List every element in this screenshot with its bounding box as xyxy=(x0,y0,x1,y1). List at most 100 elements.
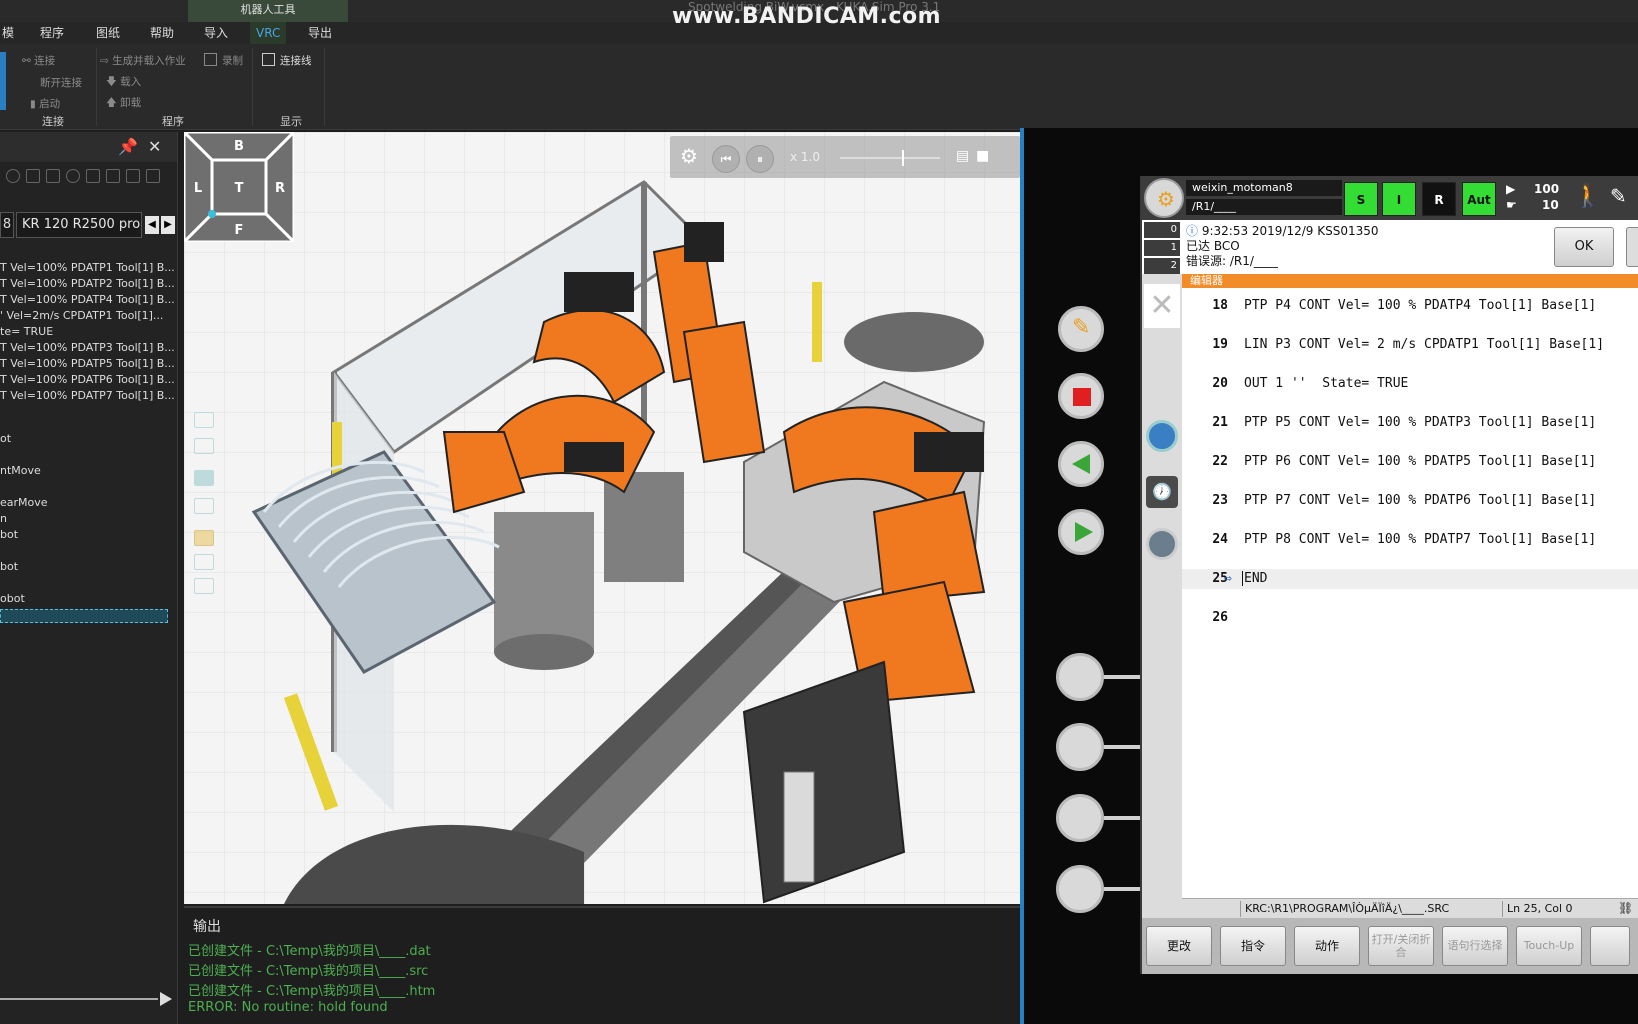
action-item[interactable]: obot xyxy=(0,592,25,605)
statement-item[interactable]: T Vel=100% PDATP2 Tool[1] B... xyxy=(0,276,178,292)
drives-status-led[interactable]: I xyxy=(1382,182,1416,216)
axis-icon[interactable] xyxy=(194,554,214,570)
scroll-track[interactable] xyxy=(0,998,158,1000)
statement-item[interactable]: T Vel=100% PDATP3 Tool[1] B... xyxy=(0,340,178,356)
toolbar-icon[interactable] xyxy=(146,169,160,183)
action-item[interactable]: ntMove xyxy=(0,464,41,477)
pdf-icon[interactable]: ▤ xyxy=(956,148,969,164)
pendant-key-2[interactable] xyxy=(1056,723,1104,771)
stop-button[interactable] xyxy=(1058,373,1104,419)
speed-slider[interactable] xyxy=(840,157,940,159)
action-item[interactable]: earMove xyxy=(0,496,48,509)
statement-item[interactable]: T Vel=100% PDATP6 Tool[1] B... xyxy=(0,372,178,388)
record-checkbox[interactable]: 录制 xyxy=(204,53,243,68)
line-select-softkey[interactable]: 语句行选择 xyxy=(1442,926,1508,966)
code-line[interactable]: 22 PTP P6 CONT Vel= 100 % PDATP5 Tool[1] … xyxy=(1182,452,1596,472)
action-item[interactable]: bot xyxy=(0,560,18,573)
menu-drawing[interactable]: 图纸 xyxy=(90,22,126,44)
ok-button[interactable]: OK xyxy=(1554,227,1614,267)
override-display[interactable]: ▶ 100 ☛ 10 xyxy=(1504,180,1562,216)
info-message-count[interactable]: 2 xyxy=(1144,258,1180,274)
pendant-key-1[interactable] xyxy=(1056,653,1104,701)
current-code-line[interactable]: 25 ⇨ END xyxy=(1182,569,1638,589)
next-robot-button[interactable]: ▶ xyxy=(161,216,175,234)
action-item[interactable]: ot xyxy=(0,432,11,445)
code-line[interactable]: 19 LIN P3 CONT Vel= 2 m/s CPDATP1 Tool[1]… xyxy=(1182,335,1604,355)
toolbar-icon[interactable] xyxy=(26,169,40,183)
reset-button[interactable]: ⏮ xyxy=(712,145,740,173)
slider-thumb[interactable] xyxy=(902,150,904,166)
kuka-logo-icon[interactable]: ⚙ xyxy=(1144,178,1184,218)
clock-icon[interactable]: 🕖 xyxy=(1146,476,1178,508)
box-icon[interactable] xyxy=(194,498,214,514)
pause-button[interactable]: ⏸ xyxy=(746,145,774,173)
walking-person-icon[interactable]: 🚶 xyxy=(1574,184,1601,209)
change-softkey[interactable]: 更改 xyxy=(1146,926,1212,966)
backward-start-button[interactable] xyxy=(1058,441,1104,487)
edit-pencil-button[interactable]: ✎ xyxy=(1058,306,1104,352)
cube-face-right[interactable]: R xyxy=(275,181,285,196)
statement-item[interactable]: T Vel=100% PDATP4 Tool[1] B... xyxy=(0,292,178,308)
disconnect-button[interactable]: 断开连接 xyxy=(40,75,82,90)
code-line[interactable]: 23 PTP P7 CONT Vel= 100 % PDATP6 Tool[1] … xyxy=(1182,491,1596,511)
users-icon[interactable] xyxy=(1146,528,1178,560)
prev-robot-button[interactable]: ◀ xyxy=(145,216,159,234)
toolbar-icon[interactable] xyxy=(66,169,80,183)
forward-start-button[interactable] xyxy=(1058,509,1104,555)
code-line[interactable]: 18 PTP P4 CONT Vel= 100 % PDATP4 Tool[1] … xyxy=(1182,296,1596,316)
operating-mode-led[interactable]: Aut xyxy=(1462,182,1496,216)
link-icon[interactable]: ⛓ xyxy=(1618,901,1633,915)
close-editor-button[interactable]: ✕ xyxy=(1144,284,1180,328)
statement-item[interactable]: T Vel=100% PDATP7 Tool[1] B... xyxy=(0,388,178,404)
menu-program[interactable]: 程序 xyxy=(34,22,70,44)
confirm-all-button[interactable] xyxy=(1626,227,1638,267)
navigation-cube[interactable]: B L T R F xyxy=(184,132,294,242)
action-item[interactable]: n xyxy=(0,512,7,525)
code-line[interactable]: 21 PTP P5 CONT Vel= 100 % PDATP3 Tool[1] … xyxy=(1182,413,1596,433)
start-button[interactable]: ▮ 启动 xyxy=(30,96,60,111)
motion-softkey[interactable]: 动作 xyxy=(1294,926,1360,966)
view-mode-icon[interactable] xyxy=(194,470,214,486)
pendant-key-4[interactable] xyxy=(1056,865,1104,913)
selected-row[interactable] xyxy=(0,609,168,623)
toolbar-icon[interactable] xyxy=(86,169,100,183)
pendant-key-3[interactable] xyxy=(1056,794,1104,842)
load-button[interactable]: 🡇 载入 xyxy=(106,74,141,92)
scroll-right-icon[interactable] xyxy=(160,992,172,1006)
axis-icon[interactable] xyxy=(194,578,214,594)
code-line[interactable]: 20 OUT 1 '' State= TRUE xyxy=(1182,374,1408,394)
3d-viewport[interactable]: ⚙ ⏮ ⏸ x 1.0 ▤ ■ B L T R F xyxy=(184,132,1020,904)
camera-icon[interactable]: ■ xyxy=(976,148,989,164)
command-softkey[interactable]: 指令 xyxy=(1220,926,1286,966)
program-editor[interactable]: 18 PTP P4 CONT Vel= 100 % PDATP4 Tool[1] … xyxy=(1182,288,1638,898)
touch-up-softkey[interactable]: Touch-Up xyxy=(1516,926,1582,966)
connect-button[interactable]: ⚯ 连接 xyxy=(22,53,55,68)
menu-modeling[interactable]: 模 xyxy=(0,22,20,44)
pin-icon[interactable]: 📌 xyxy=(118,137,138,156)
toolbar-icon[interactable] xyxy=(126,169,140,183)
tool-icon[interactable]: ✎ xyxy=(1610,184,1627,208)
fit-view-icon[interactable] xyxy=(194,412,214,428)
action-item[interactable]: bot xyxy=(0,528,18,541)
cube-face-top[interactable]: T xyxy=(235,181,244,196)
warning-message-count[interactable]: 1 xyxy=(1144,240,1180,256)
statement-item[interactable]: ' Vel=2m/s CPDATP1 Tool[1]... xyxy=(0,308,178,324)
statement-item[interactable]: te= TRUE xyxy=(0,324,178,340)
robot-interpreter-led[interactable]: R xyxy=(1422,182,1456,216)
connection-line-checkbox[interactable]: 连接线 xyxy=(262,53,312,68)
fold-softkey[interactable]: 打开/关闭折合 xyxy=(1368,926,1434,966)
statement-item[interactable]: T Vel=100% PDATP5 Tool[1] B... xyxy=(0,356,178,372)
code-line[interactable]: 26 xyxy=(1182,608,1244,628)
robot-name-field[interactable]: KR 120 R2500 pro xyxy=(16,212,142,238)
cube-face-left[interactable]: L xyxy=(194,181,202,196)
toolbar-icon[interactable] xyxy=(6,169,20,183)
generate-load-job-button[interactable]: ⇨ 生成并载入作业 xyxy=(100,53,186,68)
submit-status-led[interactable]: S xyxy=(1344,182,1378,216)
cube-face-front[interactable]: F xyxy=(235,223,244,238)
gear-settings-icon[interactable] xyxy=(1146,420,1178,452)
menu-import[interactable]: 导入 xyxy=(198,22,234,44)
toolbar-icon[interactable] xyxy=(106,169,120,183)
close-icon[interactable]: ✕ xyxy=(148,137,161,156)
menu-help[interactable]: 帮助 xyxy=(144,22,180,44)
selection-icon[interactable] xyxy=(194,530,214,546)
